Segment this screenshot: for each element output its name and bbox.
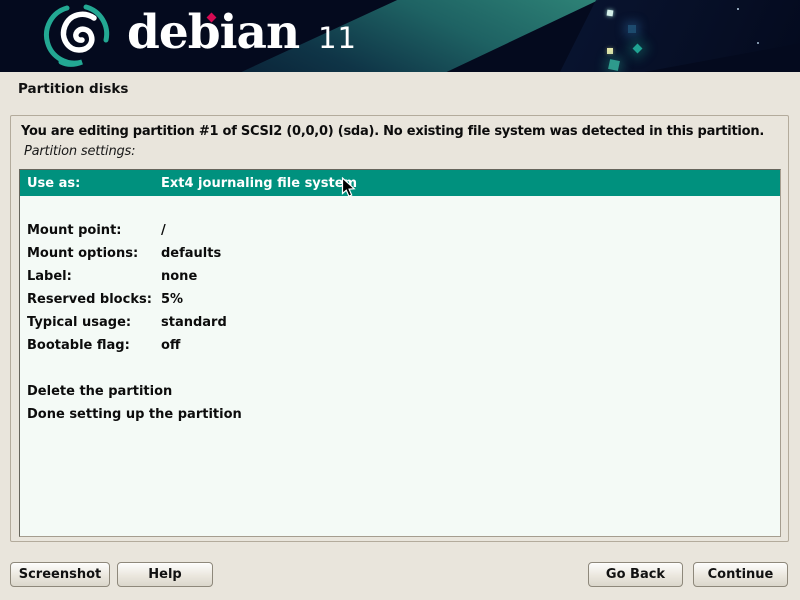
- setting-label: Typical usage:: [27, 315, 161, 330]
- setting-label: Use as:: [27, 176, 161, 191]
- setting-value: 5%: [161, 292, 183, 307]
- setting-value: /: [161, 223, 166, 238]
- list-item-bootable-flag[interactable]: Bootable flag: off: [20, 334, 780, 357]
- setting-value: Ext4 journaling file system: [161, 176, 357, 191]
- help-button[interactable]: Help: [117, 562, 213, 587]
- setting-label: Mount options:: [27, 246, 161, 261]
- list-item-typical-usage[interactable]: Typical usage: standard: [20, 311, 780, 334]
- distro-version: 11: [318, 21, 357, 55]
- debian-wordmark: debian 11: [127, 0, 357, 66]
- list-spacer: [20, 196, 780, 219]
- content-frame: You are editing partition #1 of SCSI2 (0…: [10, 115, 789, 542]
- titlebar: Partition disks: [18, 81, 128, 97]
- setting-label: Bootable flag:: [27, 338, 161, 353]
- list-item-mount-options[interactable]: Mount options: defaults: [20, 242, 780, 265]
- setting-label: Reserved blocks:: [27, 292, 161, 307]
- debian-logo-icon: [38, 3, 118, 69]
- debian-red-dot: [206, 12, 217, 23]
- list-item-reserved-blocks[interactable]: Reserved blocks: 5%: [20, 288, 780, 311]
- action-label: Done setting up the partition: [27, 407, 242, 422]
- list-item-use-as[interactable]: Use as: Ext4 journaling file system: [20, 170, 780, 196]
- distro-name: debian: [127, 0, 299, 66]
- screenshot-button[interactable]: Screenshot: [10, 562, 110, 587]
- sparkle-square: [628, 25, 636, 33]
- go-back-button[interactable]: Go Back: [588, 562, 683, 587]
- setting-value: defaults: [161, 246, 221, 261]
- page-title: Partition disks: [18, 81, 128, 97]
- setting-value: off: [161, 338, 180, 353]
- sparkle-dot: [757, 42, 759, 44]
- installer-window: debian 11 Partition disks You are editin…: [0, 0, 800, 600]
- banner-navy-wedge: [560, 0, 800, 72]
- list-spacer: [20, 357, 780, 380]
- sparkle-square: [607, 48, 613, 54]
- banner: debian 11: [0, 0, 800, 72]
- list-item-delete-partition[interactable]: Delete the partition: [20, 380, 780, 403]
- list-item-done-partition[interactable]: Done setting up the partition: [20, 403, 780, 426]
- list-item-mount-point[interactable]: Mount point: /: [20, 219, 780, 242]
- continue-button[interactable]: Continue: [693, 562, 788, 587]
- setting-value: standard: [161, 315, 227, 330]
- list-item-label[interactable]: Label: none: [20, 265, 780, 288]
- setting-label: Mount point:: [27, 223, 161, 238]
- action-label: Delete the partition: [27, 384, 172, 399]
- sparkle-square: [607, 10, 614, 17]
- partition-settings-list: Use as: Ext4 journaling file system Moun…: [19, 169, 781, 537]
- question-text: You are editing partition #1 of SCSI2 (0…: [21, 124, 764, 139]
- sparkle-dot: [737, 8, 739, 10]
- setting-label: Label:: [27, 269, 161, 284]
- setting-value: none: [161, 269, 197, 284]
- settings-caption: Partition settings:: [24, 144, 135, 159]
- sparkle-square: [608, 59, 620, 71]
